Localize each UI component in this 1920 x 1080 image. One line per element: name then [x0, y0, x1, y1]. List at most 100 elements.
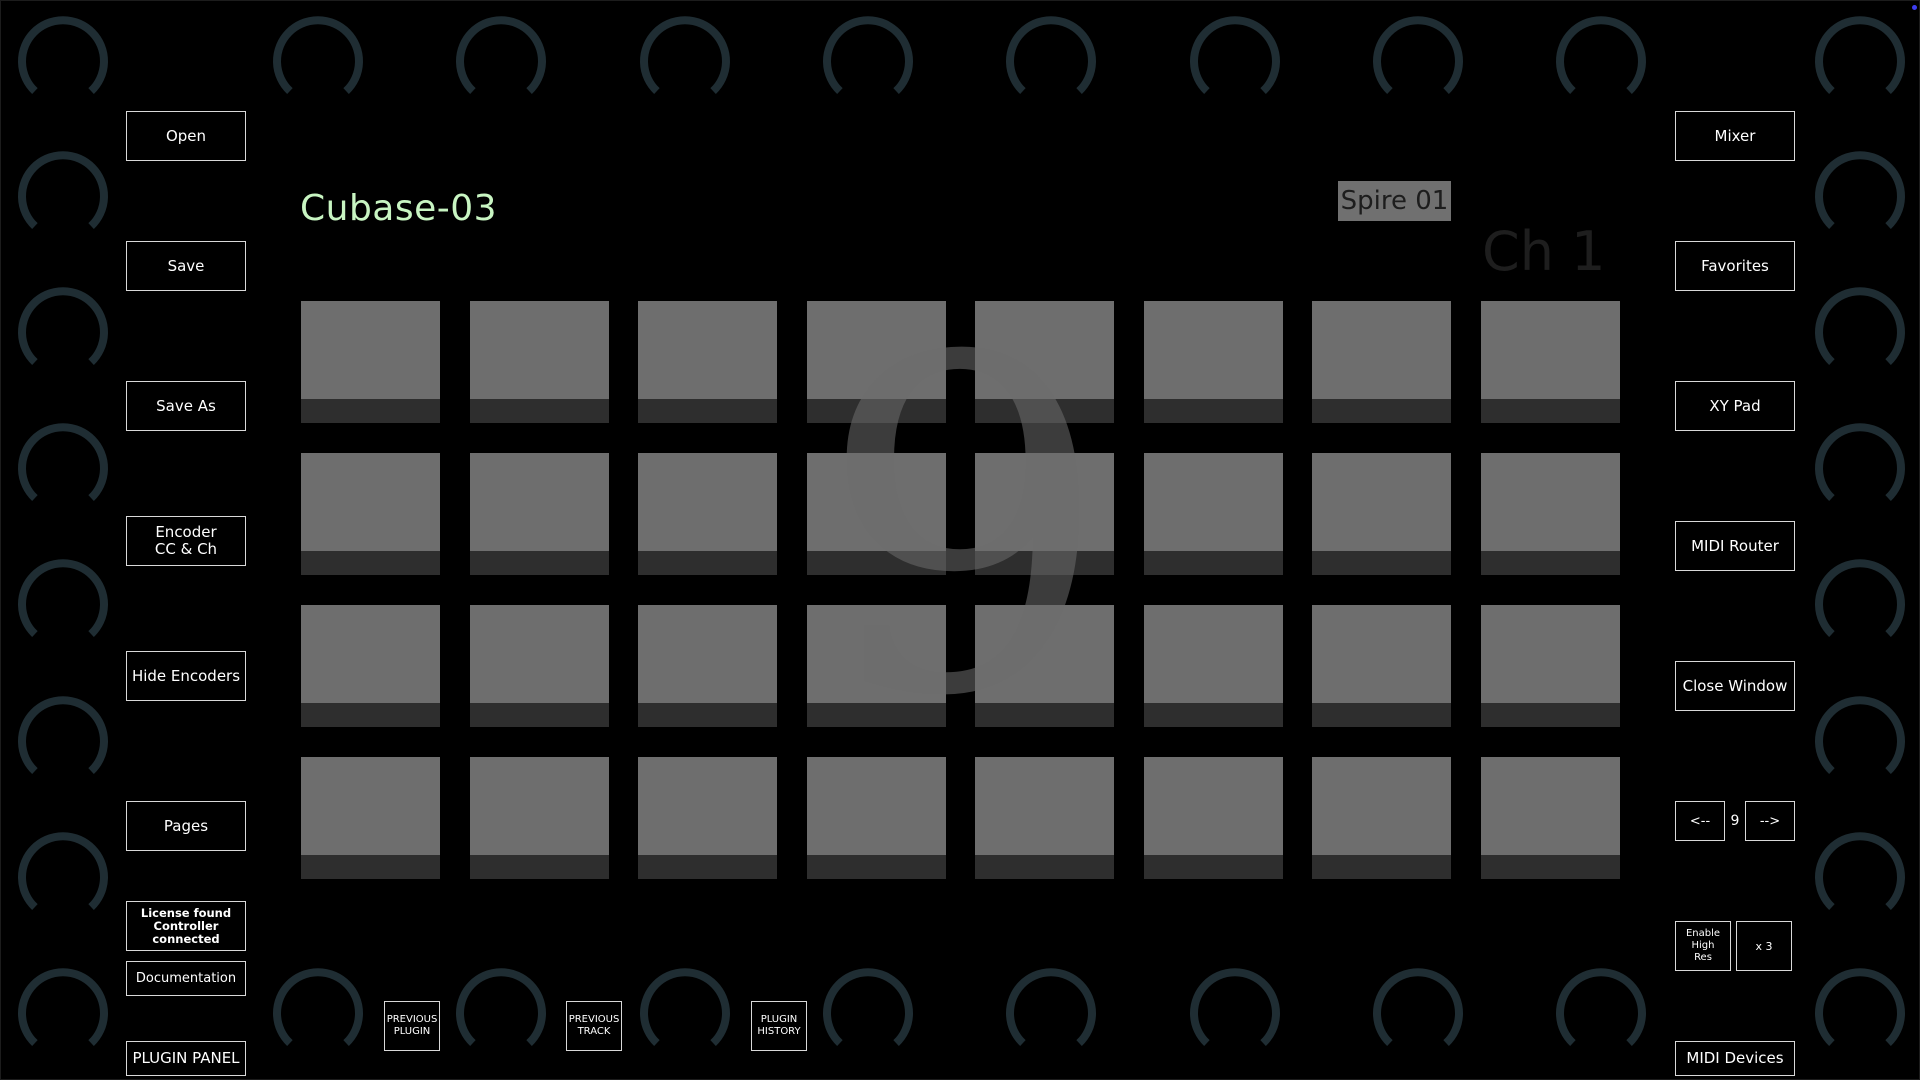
pad-label-strip — [301, 703, 440, 727]
drum-pad[interactable] — [1144, 757, 1283, 879]
multiplier-button[interactable]: x 3 — [1736, 921, 1792, 971]
drum-pad[interactable] — [638, 605, 777, 727]
drum-pad[interactable] — [1481, 301, 1620, 423]
drum-pad[interactable] — [975, 605, 1114, 727]
plugin-history-button[interactable]: PLUGIN HISTORY — [751, 1001, 807, 1051]
favorites-button[interactable]: Favorites — [1675, 241, 1795, 291]
encoder-knob[interactable] — [1805, 415, 1915, 525]
encoder-knob[interactable] — [8, 279, 118, 389]
drum-pad[interactable] — [1144, 605, 1283, 727]
pad-label-strip — [1481, 855, 1620, 879]
encoder-knob[interactable] — [1546, 960, 1656, 1070]
drum-pad[interactable] — [638, 453, 777, 575]
encoder-knob[interactable] — [8, 688, 118, 798]
drum-pad[interactable] — [470, 301, 609, 423]
pad-label-strip — [470, 399, 609, 423]
pad-label-strip — [1144, 855, 1283, 879]
drum-pad[interactable] — [1144, 453, 1283, 575]
drum-pad[interactable] — [638, 301, 777, 423]
pad-label-strip — [1481, 551, 1620, 575]
drum-pad[interactable] — [1144, 301, 1283, 423]
encoder-knob[interactable] — [1546, 8, 1656, 118]
encoder-knob[interactable] — [630, 8, 740, 118]
encoder-knob[interactable] — [1363, 960, 1473, 1070]
drum-pad[interactable] — [301, 301, 440, 423]
plugin-panel-button[interactable]: PLUGIN PANEL — [126, 1041, 246, 1076]
drum-pad[interactable] — [975, 301, 1114, 423]
drum-pad[interactable] — [1481, 757, 1620, 879]
drum-pad[interactable] — [807, 301, 946, 423]
drum-pad[interactable] — [1312, 453, 1451, 575]
drum-pad[interactable] — [470, 605, 609, 727]
encoder-knob[interactable] — [446, 8, 556, 118]
pad-label-strip — [975, 551, 1114, 575]
enable-high-res-button[interactable]: Enable High Res — [1675, 921, 1731, 971]
encoder-cc-ch-button[interactable]: Encoder CC & Ch — [126, 516, 246, 566]
drum-pad[interactable] — [301, 757, 440, 879]
encoder-knob[interactable] — [996, 8, 1106, 118]
pad-label-strip — [1144, 551, 1283, 575]
encoder-knob[interactable] — [263, 960, 373, 1070]
pad-label-strip — [807, 855, 946, 879]
documentation-button[interactable]: Documentation — [126, 961, 246, 996]
drum-pad[interactable] — [975, 757, 1114, 879]
next-page-button[interactable]: --> — [1745, 801, 1795, 841]
encoder-knob[interactable] — [8, 824, 118, 934]
xy-pad-button[interactable]: XY Pad — [1675, 381, 1795, 431]
window-frame — [0, 0, 1920, 1080]
save-as-button[interactable]: Save As — [126, 381, 246, 431]
encoder-knob[interactable] — [813, 8, 923, 118]
encoder-knob[interactable] — [1180, 960, 1290, 1070]
open-button[interactable]: Open — [126, 111, 246, 161]
prev-page-button[interactable]: <-- — [1675, 801, 1725, 841]
previous-track-button[interactable]: PREVIOUS TRACK — [566, 1001, 622, 1051]
encoder-knob[interactable] — [1805, 688, 1915, 798]
encoder-knob[interactable] — [1805, 143, 1915, 253]
encoder-knob[interactable] — [1805, 824, 1915, 934]
previous-plugin-button[interactable]: PREVIOUS PLUGIN — [384, 1001, 440, 1051]
drum-pad[interactable] — [1481, 605, 1620, 727]
drum-pad[interactable] — [301, 605, 440, 727]
drum-pad[interactable] — [470, 757, 609, 879]
license-status-badge: License found Controller connected — [126, 901, 246, 951]
drum-pad[interactable] — [1312, 301, 1451, 423]
pad-label-strip — [638, 551, 777, 575]
drum-pad[interactable] — [975, 453, 1114, 575]
encoder-knob[interactable] — [1805, 551, 1915, 661]
encoder-knob[interactable] — [1805, 960, 1915, 1070]
pages-button[interactable]: Pages — [126, 801, 246, 851]
drum-pad[interactable] — [301, 453, 440, 575]
encoder-knob[interactable] — [8, 8, 118, 118]
drum-pad[interactable] — [1481, 453, 1620, 575]
encoder-knob[interactable] — [8, 143, 118, 253]
encoder-knob[interactable] — [996, 960, 1106, 1070]
pad-label-strip — [975, 399, 1114, 423]
encoder-knob[interactable] — [1805, 279, 1915, 389]
encoder-knob[interactable] — [8, 960, 118, 1070]
drum-pad[interactable] — [470, 453, 609, 575]
save-button[interactable]: Save — [126, 241, 246, 291]
close-window-button[interactable]: Close Window — [1675, 661, 1795, 711]
encoder-knob[interactable] — [446, 960, 556, 1070]
encoder-knob[interactable] — [263, 8, 373, 118]
mixer-button[interactable]: Mixer — [1675, 111, 1795, 161]
encoder-knob[interactable] — [1805, 8, 1915, 118]
encoder-knob[interactable] — [8, 415, 118, 525]
encoder-knob[interactable] — [813, 960, 923, 1070]
encoder-knob[interactable] — [1363, 8, 1473, 118]
encoder-knob[interactable] — [1180, 8, 1290, 118]
plugin-name-badge[interactable]: Spire 01 — [1338, 181, 1451, 221]
drum-pad[interactable] — [638, 757, 777, 879]
drum-pad[interactable] — [1312, 605, 1451, 727]
pad-label-strip — [301, 551, 440, 575]
midi-router-button[interactable]: MIDI Router — [1675, 521, 1795, 571]
midi-devices-button[interactable]: MIDI Devices — [1675, 1041, 1795, 1076]
drum-pad[interactable] — [1312, 757, 1451, 879]
drum-pad[interactable] — [807, 757, 946, 879]
encoder-knob[interactable] — [8, 551, 118, 661]
drum-pad[interactable] — [807, 605, 946, 727]
encoder-knob[interactable] — [630, 960, 740, 1070]
pad-label-strip — [975, 703, 1114, 727]
hide-encoders-button[interactable]: Hide Encoders — [126, 651, 246, 701]
drum-pad[interactable] — [807, 453, 946, 575]
